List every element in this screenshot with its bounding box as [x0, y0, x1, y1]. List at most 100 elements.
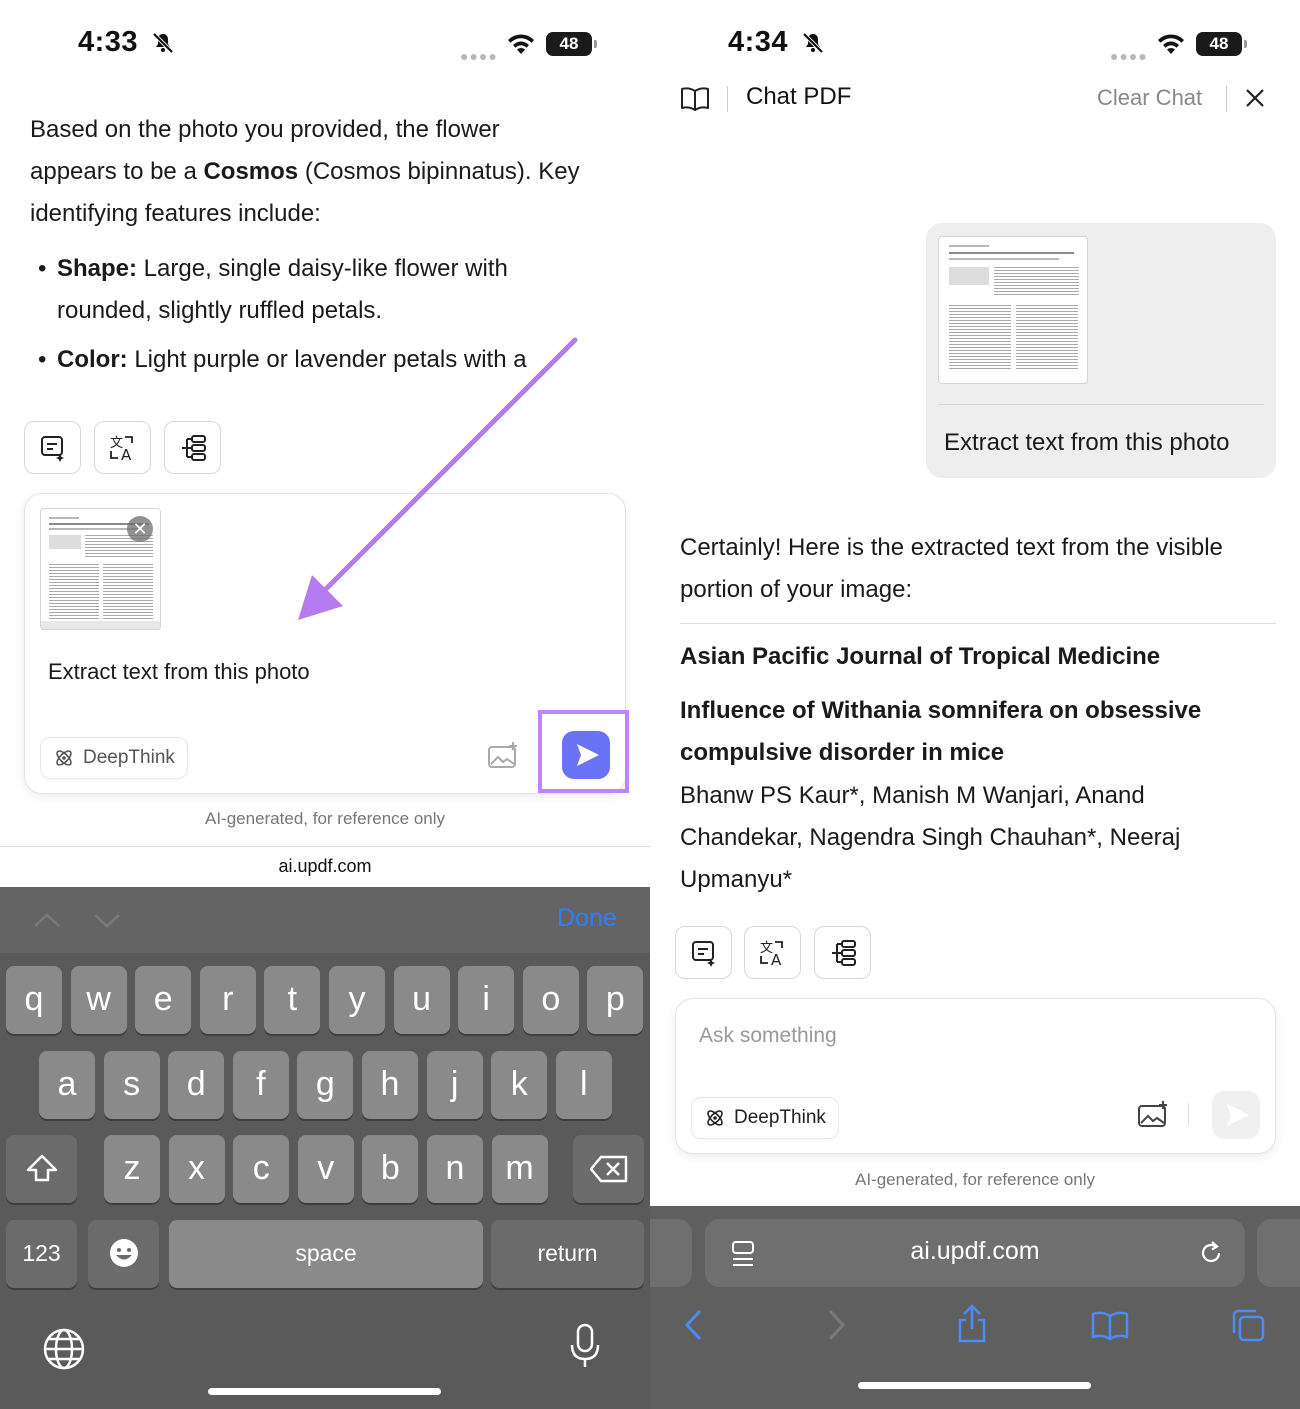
svg-text:A: A — [771, 951, 782, 968]
key-r[interactable]: r — [199, 966, 256, 1034]
key-w[interactable]: w — [70, 966, 127, 1034]
shift-key[interactable] — [6, 1135, 77, 1203]
deepthink-toggle[interactable]: DeepThink — [40, 737, 188, 779]
key-z[interactable]: z — [104, 1135, 160, 1203]
bullet-dot: • — [38, 255, 47, 282]
key-e[interactable]: e — [135, 966, 192, 1034]
globe-icon[interactable] — [42, 1327, 86, 1371]
message-image-thumbnail[interactable] — [938, 236, 1088, 384]
paper-authors: Bhanw PS Kaur*, Manish M Wanjari, Anand … — [680, 782, 1181, 893]
key-n[interactable]: n — [427, 1135, 483, 1203]
annotation-arrow — [298, 337, 578, 620]
key-g[interactable]: g — [297, 1051, 354, 1119]
return-key[interactable]: return — [491, 1220, 644, 1288]
key-c[interactable]: c — [233, 1135, 290, 1203]
send-arrow-icon — [1227, 1104, 1249, 1126]
key-s[interactable]: s — [103, 1051, 160, 1119]
key-v[interactable]: v — [297, 1135, 354, 1203]
back-icon[interactable] — [682, 1308, 706, 1342]
space-key[interactable]: space — [169, 1220, 483, 1288]
key-i[interactable]: i — [458, 966, 515, 1034]
prompt-text[interactable]: Extract text from this photo — [48, 659, 310, 685]
prev-tab-peek[interactable] — [650, 1219, 692, 1287]
send-button[interactable] — [562, 731, 610, 779]
key-d[interactable]: d — [168, 1051, 225, 1119]
ai-note-icon — [691, 940, 715, 967]
key-m[interactable]: m — [491, 1135, 548, 1203]
user-message-text: Extract text from this photo — [944, 429, 1230, 456]
address-bar[interactable]: ai.updf.com — [705, 1219, 1245, 1287]
mindmap-button[interactable] — [164, 421, 221, 474]
microphone-icon[interactable] — [568, 1323, 602, 1371]
key-a[interactable]: a — [39, 1051, 95, 1119]
numbers-key[interactable]: 123 — [6, 1220, 77, 1288]
reply-line: portion of your image: — [680, 576, 913, 603]
translate-button[interactable]: 文A — [744, 926, 801, 979]
clear-chat-button[interactable]: Clear Chat — [1097, 85, 1202, 111]
emoji-key[interactable] — [88, 1220, 159, 1288]
backspace-icon — [589, 1155, 627, 1183]
bullet-dot: • — [38, 346, 47, 373]
atom-icon — [707, 1110, 723, 1126]
ask-input[interactable]: Ask something — [699, 1024, 837, 1048]
key-j[interactable]: j — [426, 1051, 483, 1119]
left-screen: 4:33 ●●●● 48 Based on the photo you prov… — [0, 0, 650, 1409]
user-message-bubble: Extract text from this photo — [926, 223, 1276, 478]
send-button[interactable] — [1212, 1091, 1260, 1139]
url-label[interactable]: ai.updf.com — [0, 856, 650, 877]
key-x[interactable]: x — [168, 1135, 225, 1203]
emoji-icon — [109, 1239, 138, 1267]
signal-dots-icon: ●●●● — [1110, 48, 1148, 64]
reload-icon[interactable] — [1197, 1239, 1225, 1267]
translate-icon: 文A — [760, 941, 783, 968]
battery-indicator: 48 — [546, 32, 597, 56]
summarize-button[interactable] — [24, 421, 81, 474]
key-b[interactable]: b — [362, 1135, 419, 1203]
bookmarks-icon[interactable] — [1091, 1310, 1129, 1340]
chevron-down-icon[interactable] — [92, 911, 122, 929]
share-icon[interactable] — [956, 1304, 988, 1344]
svg-text:A: A — [121, 446, 132, 463]
wifi-icon — [508, 34, 534, 54]
key-l[interactable]: l — [555, 1051, 612, 1119]
key-y[interactable]: y — [329, 966, 385, 1034]
status-time: 4:33 — [78, 26, 175, 59]
key-t[interactable]: t — [264, 966, 321, 1034]
address-text: ai.updf.com — [910, 1237, 1040, 1265]
book-icon[interactable] — [680, 86, 710, 112]
answer-line: identifying features include: — [30, 200, 321, 227]
silent-bell-icon — [152, 32, 174, 54]
answer-text: Based on the photo you provided, the flo… — [30, 109, 630, 235]
next-tab-peek[interactable] — [1257, 1219, 1300, 1287]
key-p[interactable]: p — [587, 966, 644, 1034]
key-q[interactable]: q — [6, 966, 62, 1034]
key-u[interactable]: u — [393, 966, 450, 1034]
answer-line: appears to be a Cosmos (Cosmos bipinnatu… — [30, 158, 580, 185]
deepthink-toggle[interactable]: DeepThink — [691, 1097, 839, 1139]
key-o[interactable]: o — [522, 966, 579, 1034]
deepthink-label: DeepThink — [83, 747, 175, 768]
forward-icon[interactable] — [824, 1308, 848, 1342]
key-h[interactable]: h — [362, 1051, 418, 1119]
summarize-button[interactable] — [675, 926, 732, 979]
add-image-icon[interactable] — [487, 742, 519, 770]
key-f[interactable]: f — [232, 1051, 289, 1119]
backspace-key[interactable] — [573, 1135, 644, 1203]
journal-name: Asian Pacific Journal of Tropical Medici… — [680, 643, 1161, 670]
remove-image-button[interactable]: ✕ — [127, 516, 153, 542]
add-image-icon[interactable] — [1137, 1101, 1169, 1129]
translate-button[interactable]: 文A — [94, 421, 151, 474]
done-button[interactable]: Done — [557, 904, 617, 933]
browser-toolbar: ai.updf.com — [650, 1206, 1300, 1409]
mindmap-button[interactable] — [814, 926, 871, 979]
right-screen: 4:34 ●●●● 48 Chat PDF Clear Chat Extract… — [650, 0, 1300, 1409]
reply-line: Certainly! Here is the extracted text fr… — [680, 534, 1223, 561]
send-arrow-icon — [577, 744, 599, 766]
chevron-up-icon[interactable] — [32, 911, 62, 929]
page-title: Chat PDF — [746, 83, 852, 110]
tabs-icon[interactable] — [1230, 1307, 1266, 1343]
status-time: 4:34 — [728, 26, 825, 59]
close-icon[interactable] — [1244, 87, 1266, 109]
header-divider — [727, 86, 728, 112]
key-k[interactable]: k — [491, 1051, 548, 1119]
